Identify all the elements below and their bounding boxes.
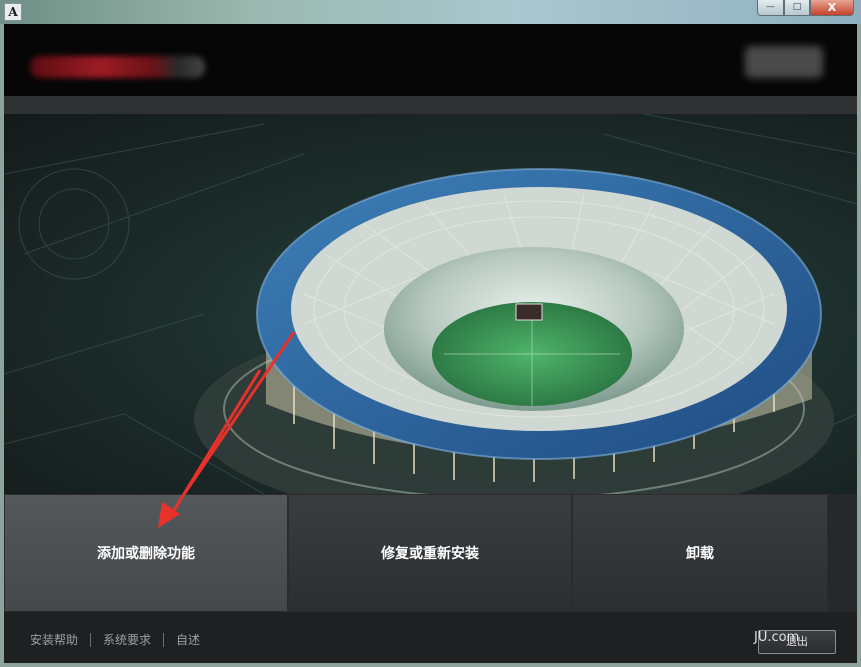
minimize-button[interactable]: — (757, 0, 784, 16)
header-separator (4, 96, 857, 114)
annotation-arrow (182, 331, 296, 494)
footer-links: 安装帮助 系统要求 自述 (30, 631, 212, 648)
app-icon: A (4, 3, 22, 21)
installer-header (4, 24, 857, 96)
version-badge-blurred (745, 46, 823, 78)
site-watermark: JU.com (754, 630, 800, 645)
product-logo-blurred (30, 56, 205, 78)
close-button[interactable]: X (810, 0, 854, 16)
repair-reinstall-label: 修复或重新安装 (381, 546, 479, 562)
window-frame-bottom (0, 663, 861, 667)
readme-link[interactable]: 自述 (164, 631, 212, 648)
add-remove-features-button[interactable]: 添加或删除功能 (4, 494, 288, 612)
uninstall-button[interactable]: 卸载 (572, 494, 828, 612)
add-remove-features-label: 添加或删除功能 (97, 546, 195, 562)
title-bar: A — □ X (0, 0, 861, 24)
repair-reinstall-button[interactable]: 修复或重新安装 (288, 494, 572, 612)
hero-image-stadium (4, 114, 857, 494)
uninstall-label: 卸载 (686, 546, 714, 562)
tile-edge-filler (828, 494, 857, 612)
system-requirements-link[interactable]: 系统要求 (91, 631, 163, 648)
install-help-link[interactable]: 安装帮助 (30, 631, 90, 648)
window-frame-right (857, 24, 861, 667)
maximize-button[interactable]: □ (784, 0, 810, 16)
